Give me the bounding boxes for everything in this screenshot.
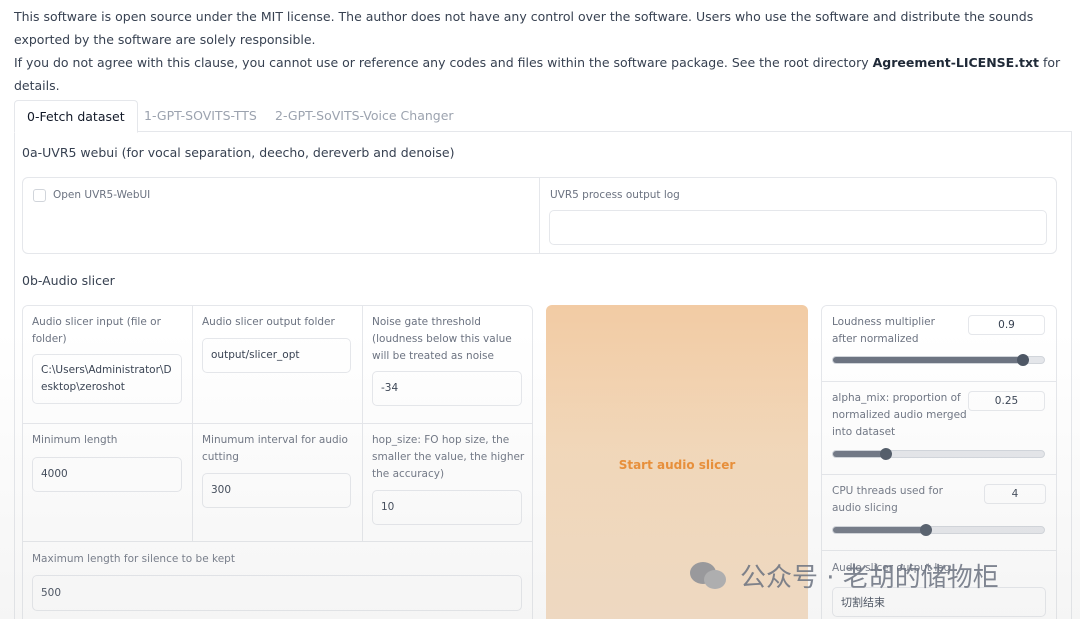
wechat-icon (690, 558, 728, 592)
slicer-output-field[interactable]: output/slicer_opt (202, 338, 351, 373)
cpu-threads-label: CPU threads used for audio slicing (832, 485, 943, 514)
slicer-output-cell: Audio slicer output folder output/slicer… (193, 306, 363, 424)
uvr5-log-output[interactable] (549, 210, 1047, 245)
alpha-mix-cell: alpha_mix: proportion of normalized audi… (822, 382, 1056, 475)
max-silence-field[interactable]: 500 (32, 575, 522, 611)
loudness-slider[interactable] (832, 354, 1045, 366)
cpu-threads-slider-knob[interactable] (919, 524, 932, 536)
loudness-cell: Loudness multiplier after normalized 0.9 (822, 306, 1056, 382)
alpha-mix-number-input[interactable]: 0.25 (968, 391, 1045, 411)
open-uvr5-label: Open UVR5-WebUI (53, 189, 151, 201)
watermark: 公众号 · 老胡的储物柜 (690, 557, 999, 593)
open-uvr5-checkbox[interactable] (33, 189, 46, 202)
hop-size-label: hop_size: FO hop size, the smaller the v… (372, 434, 525, 480)
loudness-slider-knob[interactable] (1016, 354, 1029, 366)
cpu-threads-number-input[interactable]: 4 (984, 484, 1046, 504)
watermark-text: 公众号 · 老胡的储物柜 (740, 562, 999, 593)
noise-threshold-label: Noise gate threshold (loudness below thi… (372, 316, 512, 362)
slicer-params-box: Audio slicer input (file or folder) C:\U… (22, 305, 533, 619)
uvr5-divider (539, 178, 540, 253)
hop-size-field[interactable]: 10 (372, 490, 522, 525)
tab-voice-changer[interactable]: 2-GPT-SoVITS-Voice Changer (263, 100, 466, 133)
max-silence-cell: Maximum length for silence to be kept 50… (23, 542, 532, 619)
noise-threshold-cell: Noise gate threshold (loudness below thi… (363, 306, 532, 424)
slicer-section-title: 0b-Audio slicer (22, 273, 115, 288)
slicer-input-field[interactable]: C:\Users\Administrator\Desktop\zeroshot (32, 354, 182, 404)
license-line-1: This software is open source under the M… (14, 9, 1034, 47)
tab-gpt-sovits-tts[interactable]: 1-GPT-SOVITS-TTS (132, 100, 269, 133)
min-interval-cell: Minumum interval for audio cutting 300 (193, 424, 363, 542)
cpu-threads-slider[interactable] (832, 524, 1045, 536)
uvr5-log-label: UVR5 process output log (550, 189, 680, 201)
license-line-2: If you do not agree with this clause, yo… (14, 55, 1061, 93)
min-length-cell: Minimum length 4000 (23, 424, 193, 542)
hop-size-cell: hop_size: FO hop size, the smaller the v… (363, 424, 532, 542)
tab-fetch-dataset[interactable]: 0-Fetch dataset (14, 100, 138, 133)
cpu-threads-cell: CPU threads used for audio slicing 4 (822, 475, 1056, 551)
max-silence-label: Maximum length for silence to be kept (32, 553, 235, 565)
loudness-number-input[interactable]: 0.9 (968, 315, 1045, 335)
alpha-mix-slider[interactable] (832, 448, 1045, 460)
license-notice: This software is open source under the M… (14, 5, 1072, 97)
noise-threshold-field[interactable]: -34 (372, 371, 522, 406)
license-file-name: Agreement-LICENSE.txt (872, 55, 1039, 70)
slicer-input-cell: Audio slicer input (file or folder) C:\U… (23, 306, 193, 424)
min-length-label: Minimum length (32, 434, 118, 446)
slicer-input-label: Audio slicer input (file or folder) (32, 316, 161, 345)
loudness-label: Loudness multiplier after normalized (832, 316, 935, 345)
tab-bar: 0-Fetch dataset 1-GPT-SOVITS-TTS 2-GPT-S… (14, 100, 1072, 133)
slicer-output-label: Audio slicer output folder (202, 316, 335, 328)
alpha-mix-slider-knob[interactable] (879, 448, 892, 460)
uvr5-box: Open UVR5-WebUI UVR5 process output log (22, 177, 1057, 254)
min-interval-label: Minumum interval for audio cutting (202, 434, 348, 463)
min-interval-field[interactable]: 300 (202, 473, 351, 508)
alpha-mix-label: alpha_mix: proportion of normalized audi… (832, 392, 967, 438)
min-length-field[interactable]: 4000 (32, 457, 182, 492)
uvr5-section-title: 0a-UVR5 webui (for vocal separation, dee… (22, 145, 455, 160)
